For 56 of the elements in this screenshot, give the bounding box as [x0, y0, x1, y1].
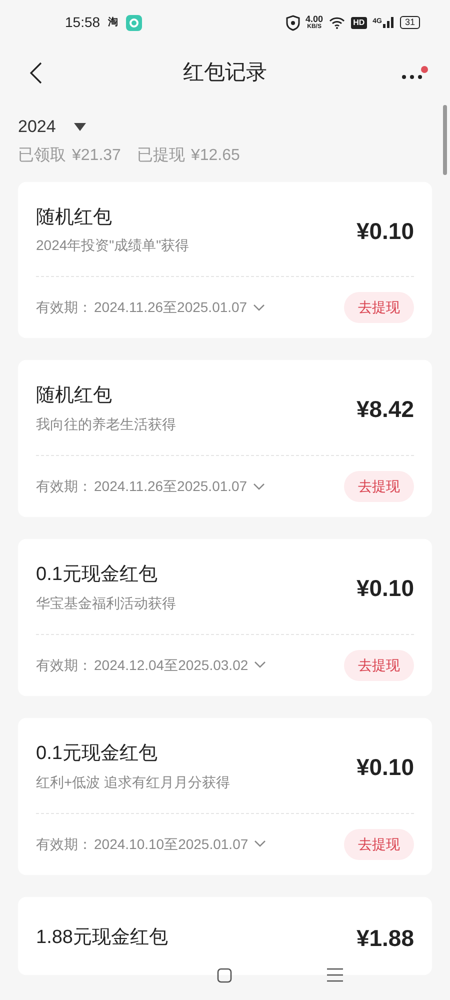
received-amount: ¥21.37	[72, 146, 121, 166]
menu-icon[interactable]	[327, 968, 343, 982]
chevron-down-icon[interactable]	[253, 482, 266, 490]
withdrawn-label: 已提现	[136, 146, 185, 166]
withdraw-button[interactable]: 去提现	[344, 650, 414, 681]
dropdown-caret-icon[interactable]	[74, 122, 86, 131]
signal-icon	[382, 17, 394, 28]
record-source: 2024年投资"成绩单"获得	[36, 236, 190, 256]
record-title: 随机红包	[36, 384, 113, 408]
record-source: 红利+低波 追求有红月月分获得	[36, 772, 230, 792]
network-speed: 4.00	[306, 15, 324, 24]
record-card[interactable]: 0.1元现金红包 华宝基金福利活动获得 ¥0.10 有效期：2024.12.04至2025.03.02 去提现	[18, 539, 432, 696]
validity-dates[interactable]: 2024.10.10至2025.01.07	[94, 834, 248, 854]
record-amount: ¥1.88	[356, 924, 414, 952]
home-icon[interactable]	[217, 968, 232, 982]
withdrawn-amount: ¥12.65	[190, 146, 240, 166]
validity-label: 有效期：	[36, 477, 92, 496]
validity-dates[interactable]: 2024.11.26至2025.01.07	[94, 476, 248, 497]
record-title: 随机红包	[36, 206, 113, 230]
validity-label: 有效期：	[36, 834, 92, 854]
page-title: 红包记录	[183, 60, 267, 86]
chevron-down-icon[interactable]	[254, 661, 266, 670]
wifi-icon	[329, 16, 346, 28]
validity-dates[interactable]: 2024.11.26至2025.01.07	[94, 297, 248, 318]
shield-icon	[286, 14, 300, 30]
record-card[interactable]: 随机红包 我向往的养老生活获得 ¥8.42 有效期：2024.11.26至2025.01.07 去提现	[18, 360, 432, 517]
validity-label: 有效期：	[36, 656, 92, 675]
withdraw-button[interactable]: 去提现	[344, 292, 414, 324]
record-title: 0.1元现金红包	[36, 742, 158, 766]
scrollbar[interactable]	[443, 105, 447, 175]
hd-badge: HD	[351, 16, 367, 28]
validity-label: 有效期：	[36, 298, 92, 318]
app-label: 淘	[108, 16, 118, 30]
record-amount: ¥8.42	[356, 395, 414, 424]
record-card[interactable]: 0.1元现金红包 红利+低波 追求有红月月分获得 ¥0.10 有效期：2024.10.10至2025.01.07 去提现	[18, 718, 432, 874]
record-title: 0.1元现金红包	[36, 563, 158, 587]
battery-indicator: 31	[400, 16, 420, 29]
chevron-down-icon[interactable]	[254, 840, 266, 848]
status-time: 15:58	[65, 13, 100, 32]
record-title: 1.88元现金红包	[36, 926, 168, 950]
back-icon[interactable]	[30, 62, 42, 84]
chevron-down-icon[interactable]	[253, 304, 266, 312]
record-source: 我向往的养老生活获得	[36, 415, 176, 434]
record-amount: ¥0.10	[356, 752, 414, 782]
record-source: 华宝基金福利活动获得	[36, 594, 176, 613]
record-card[interactable]: 随机红包 2024年投资"成绩单"获得 ¥0.10 有效期：2024.11.26至2025.01.07 去提现	[18, 182, 432, 338]
withdraw-button[interactable]: 去提现	[344, 471, 414, 502]
withdraw-button[interactable]: 去提现	[344, 828, 414, 860]
record-amount: ¥0.10	[356, 574, 414, 604]
record-card[interactable]: 1.88元现金红包 ¥1.88	[18, 896, 432, 975]
record-amount: ¥0.10	[356, 216, 414, 246]
year-dropdown[interactable]: 2024	[18, 114, 86, 140]
app-icon	[126, 14, 142, 30]
validity-dates[interactable]: 2024.12.04至2025.03.02	[94, 654, 248, 676]
more-icon[interactable]	[401, 74, 423, 80]
received-label: 已领取	[18, 146, 66, 166]
